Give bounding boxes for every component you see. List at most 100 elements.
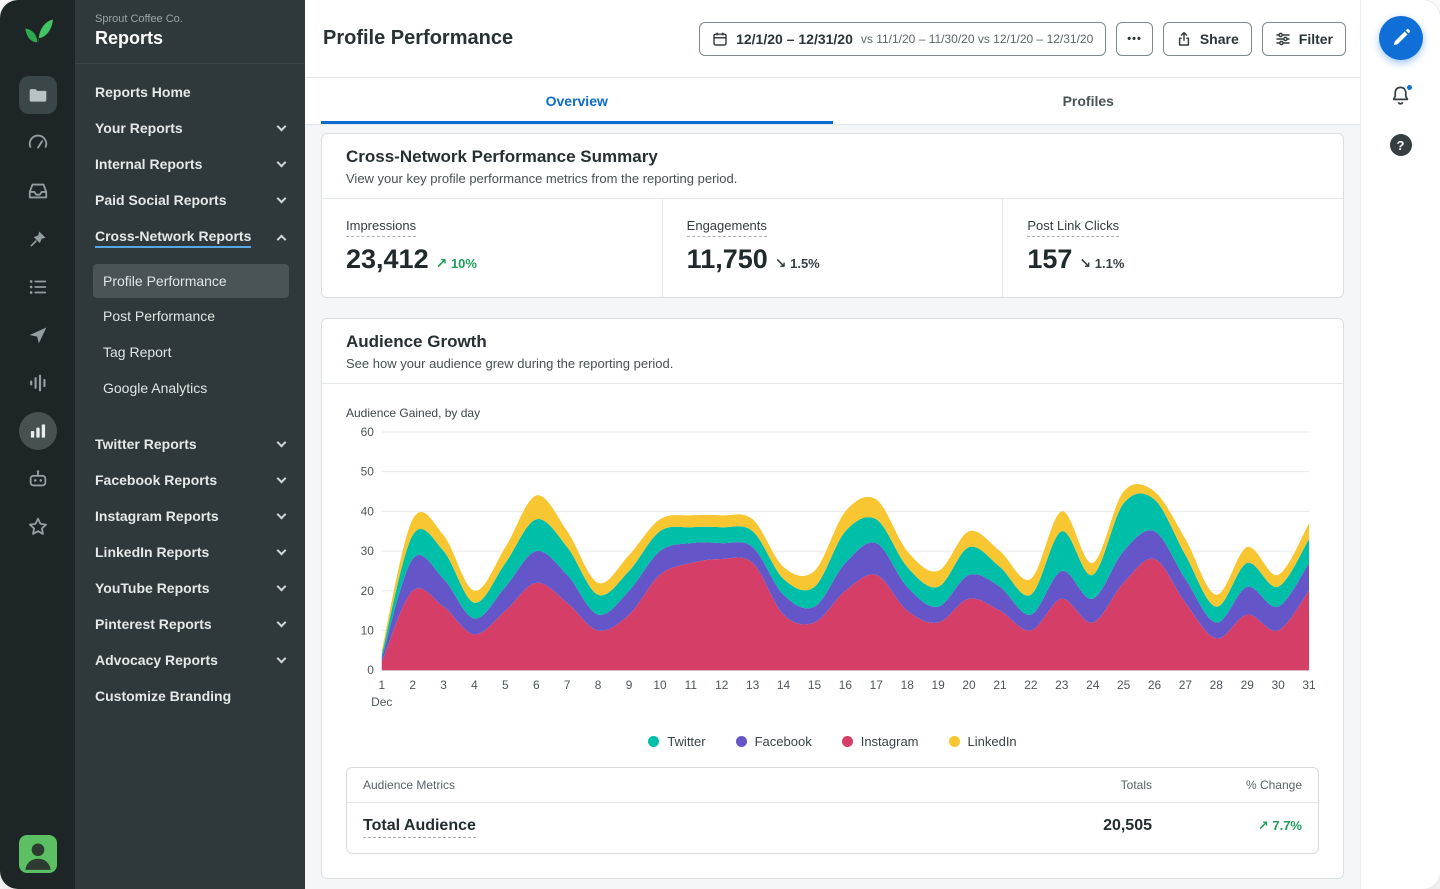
sidebar-item-paid-social-reports[interactable]: Paid Social Reports	[75, 182, 305, 218]
sidebar-item-customize-branding[interactable]: Customize Branding	[75, 678, 305, 714]
sidebar-item-linkedin-reports[interactable]: LinkedIn Reports	[75, 534, 305, 570]
legend-label: Instagram	[861, 734, 919, 749]
share-button-label: Share	[1200, 31, 1239, 47]
chevron-down-icon	[277, 582, 287, 592]
question-mark-icon: ?	[1397, 138, 1405, 153]
svg-text:30: 30	[361, 544, 375, 558]
svg-text:25: 25	[1117, 678, 1131, 692]
svg-text:0: 0	[367, 663, 374, 677]
sidebar-item-label: Customize Branding	[95, 688, 231, 704]
chevron-down-icon	[277, 438, 287, 448]
sidebar-item-post-performance[interactable]: Post Performance	[75, 298, 305, 334]
icon-rail	[0, 0, 75, 889]
notifications-button[interactable]	[1389, 84, 1412, 112]
chart-axis-title: Audience Gained, by day	[346, 406, 1319, 420]
svg-text:7: 7	[564, 678, 571, 692]
sidebar-item-twitter-reports[interactable]: Twitter Reports	[75, 426, 305, 462]
metric-label: Impressions	[346, 218, 416, 237]
sidebar-menu: Reports Home Your Reports Internal Reports…	[75, 64, 305, 724]
sidebar-item-reports-home[interactable]: Reports Home	[75, 74, 305, 110]
trend-up-arrow-icon: ↗	[1258, 818, 1269, 833]
svg-text:40: 40	[361, 504, 375, 518]
legend-label: Facebook	[755, 734, 812, 749]
sidebar-item-label: Facebook Reports	[95, 472, 217, 488]
rail-star-button[interactable]	[19, 508, 57, 546]
svg-text:3: 3	[440, 678, 447, 692]
audience-metrics-rows: Total Audience20,505↗ 7.7%	[347, 803, 1318, 853]
share-button[interactable]: Share	[1163, 22, 1252, 56]
summary-card-header: Cross-Network Performance Summary View y…	[322, 134, 1343, 199]
sidebar-item-tag-report[interactable]: Tag Report	[75, 334, 305, 370]
notification-dot	[1405, 83, 1414, 92]
rail-dashboard-button[interactable]	[19, 124, 57, 162]
chart-legend: TwitterFacebookInstagramLinkedIn	[322, 724, 1343, 763]
svg-text:8: 8	[595, 678, 602, 692]
svg-text:9: 9	[626, 678, 633, 692]
sidebar-item-facebook-reports[interactable]: Facebook Reports	[75, 462, 305, 498]
metric-delta: ↘ 1.5%	[775, 255, 820, 272]
svg-text:4: 4	[471, 678, 478, 692]
rail-publish-button[interactable]	[19, 316, 57, 354]
audience-metrics-table: Audience Metrics Totals % Change Total A…	[346, 767, 1319, 854]
tab-overview[interactable]: Overview	[321, 78, 833, 124]
rail-reports-button[interactable]	[19, 412, 57, 450]
table-title: Audience Metrics	[363, 778, 1002, 792]
svg-text:22: 22	[1024, 678, 1038, 692]
rail-inbox-button[interactable]	[19, 172, 57, 210]
company-name: Sprout Coffee Co.	[95, 13, 285, 25]
sidebar-item-pinterest-reports[interactable]: Pinterest Reports	[75, 606, 305, 642]
svg-text:20: 20	[361, 584, 375, 598]
sidebar-item-youtube-reports[interactable]: YouTube Reports	[75, 570, 305, 606]
svg-text:10: 10	[653, 678, 667, 692]
page-header: Profile Performance 12/1/20 – 12/31/20 v…	[305, 0, 1360, 78]
svg-text:18: 18	[901, 678, 915, 692]
bar-chart-icon	[28, 421, 48, 441]
help-button[interactable]: ?	[1390, 134, 1412, 156]
metric-value: 11,750	[687, 244, 768, 275]
more-options-button[interactable]: •••	[1116, 22, 1153, 56]
svg-text:13: 13	[746, 678, 760, 692]
sidebar-item-profile-performance[interactable]: Profile Performance	[93, 264, 289, 298]
chart-section: Audience Gained, by day 0102030405060123…	[322, 384, 1343, 724]
calendar-icon	[712, 31, 728, 47]
chevron-down-icon	[277, 122, 287, 132]
sidebar-item-cross-network-reports[interactable]: Cross-Network Reports	[75, 218, 305, 258]
filter-button[interactable]: Filter	[1262, 22, 1346, 56]
bot-icon	[27, 468, 49, 490]
rail-listening-button[interactable]	[19, 364, 57, 402]
sidebar-item-advocacy-reports[interactable]: Advocacy Reports	[75, 642, 305, 678]
user-avatar[interactable]	[19, 835, 57, 873]
tab-profiles[interactable]: Profiles	[833, 78, 1345, 124]
svg-text:50: 50	[361, 465, 375, 479]
svg-text:10: 10	[361, 623, 375, 637]
rail-pin-button[interactable]	[19, 220, 57, 258]
sidebar-item-instagram-reports[interactable]: Instagram Reports	[75, 498, 305, 534]
svg-text:14: 14	[777, 678, 791, 692]
chevron-down-icon	[277, 510, 287, 520]
summary-metrics-row: Impressions23,412↗ 10%Engagements11,750↘…	[322, 199, 1343, 297]
rail-list-button[interactable]	[19, 268, 57, 306]
date-range-button[interactable]: 12/1/20 – 12/31/20 vs 11/1/20 – 11/30/20…	[699, 22, 1106, 56]
sidebar-item-label: Your Reports	[95, 120, 183, 136]
rail-folder-button[interactable]	[19, 76, 57, 114]
sidebar-item-internal-reports[interactable]: Internal Reports	[75, 146, 305, 182]
rail-bot-button[interactable]	[19, 460, 57, 498]
sidebar-item-label: Google Analytics	[103, 380, 207, 396]
sidebar-item-your-reports[interactable]: Your Reports	[75, 110, 305, 146]
table-row-change: ↗ 7.7%	[1152, 818, 1302, 834]
svg-text:17: 17	[870, 678, 884, 692]
svg-text:28: 28	[1210, 678, 1224, 692]
sidebar-item-label: Advocacy Reports	[95, 652, 218, 668]
table-row-label: Total Audience	[363, 817, 476, 838]
sidebar-item-google-analytics[interactable]: Google Analytics	[75, 370, 305, 406]
metric-delta: ↘ 1.1%	[1079, 255, 1124, 272]
legend-item-linkedin: LinkedIn	[949, 734, 1017, 749]
legend-dot-facebook-icon	[736, 736, 747, 747]
svg-text:26: 26	[1148, 678, 1162, 692]
column-header-change: % Change	[1152, 778, 1302, 792]
filter-sliders-icon	[1275, 31, 1291, 47]
inbox-icon	[27, 180, 49, 202]
compose-button[interactable]	[1379, 16, 1423, 60]
table-row-total-audience[interactable]: Total Audience20,505↗ 7.7%	[347, 803, 1318, 853]
svg-text:60: 60	[361, 425, 375, 439]
